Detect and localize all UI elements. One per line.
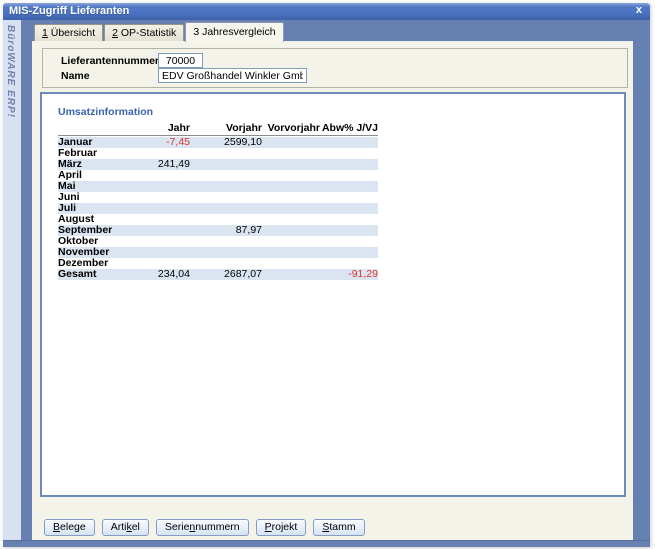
left-border-bar (21, 20, 32, 540)
tab-op-statistik[interactable]: 2 OP-Statistik (104, 24, 184, 41)
row-value: 234,04 (158, 269, 190, 280)
row-value: 2687,07 (224, 269, 262, 280)
table-row-gesamt[interactable]: Gesamt 234,04 2687,07 -91,29 (58, 269, 378, 280)
brand-vertical-text: BüroWARE ERP! (5, 25, 16, 118)
table-header-row: Jahr Vorjahr VorvorjahrAbw% J/VJ (58, 122, 378, 136)
table-row-maerz[interactable]: März241,49 (58, 159, 378, 170)
button-seriennummern[interactable]: Seriennummern (156, 519, 249, 536)
umsatz-panel: Umsatzinformation JahrVorjahrVorvorjahrA… (40, 92, 626, 497)
supplier-number-label: Lieferantennummer (61, 55, 158, 67)
main-area: 1 Übersicht2 OP-Statistik3 Jahresverglei… (32, 20, 633, 540)
column-header: Vorvorjahr (268, 122, 320, 135)
name-field[interactable] (158, 68, 307, 83)
supplier-number-field[interactable] (158, 53, 203, 68)
brand-strip: BüroWARE ERP! (3, 20, 21, 540)
table-row-februar[interactable]: Februar (58, 148, 378, 159)
row-value: 87,97 (236, 225, 262, 236)
window-titlebar: MIS-Zugriff Lieferanten x (3, 3, 650, 20)
table-row-april[interactable]: April (58, 170, 378, 181)
row-value: 241,49 (158, 159, 190, 170)
table-body: Januar-7,452599,10FebruarMärz241,49April… (58, 137, 378, 280)
row-value: -91,29 (348, 269, 378, 280)
table-row-dezember[interactable]: Dezember (58, 258, 378, 269)
column-header: Abw% J/VJ (322, 122, 378, 135)
close-icon[interactable]: x (636, 4, 642, 16)
tab-strip: 1 Übersicht2 OP-Statistik3 Jahresverglei… (32, 20, 633, 41)
column-header: Jahr (168, 122, 190, 135)
bottom-border-bar (3, 540, 650, 547)
mis-window: MIS-Zugriff Lieferanten x BüroWARE ERP! … (3, 3, 650, 547)
button-projekt[interactable]: Projekt (256, 519, 307, 536)
tab-uebersicht[interactable]: 1 Übersicht (34, 24, 103, 41)
button-belege[interactable]: Belege (44, 519, 95, 536)
name-label: Name (61, 70, 158, 82)
right-border-bar (633, 20, 650, 540)
button-stamm[interactable]: Stamm (313, 519, 364, 536)
supplier-number-row: Lieferantennummer (61, 53, 627, 68)
table-row-juli[interactable]: Juli (58, 203, 378, 214)
row-value: -7,45 (166, 137, 190, 148)
row-value: 2599,10 (224, 137, 262, 148)
column-header: Vorjahr (226, 122, 262, 135)
tab-jahresvergleich[interactable]: 3 Jahresvergleich (185, 22, 283, 42)
window-body: BüroWARE ERP! 1 Übersicht2 OP-Statistik3… (3, 20, 650, 540)
supplier-name-row: Name (61, 68, 627, 83)
table-row-juni[interactable]: Juni (58, 192, 378, 203)
table-row-mai[interactable]: Mai (58, 181, 378, 192)
table-row-september[interactable]: September87,97 (58, 225, 378, 236)
window-title: MIS-Zugriff Lieferanten (9, 5, 129, 17)
button-row: Belege Artikel Seriennummern Projekt Stamm (44, 517, 372, 536)
table-row-januar[interactable]: Januar-7,452599,10 (58, 137, 378, 148)
row-label: Gesamt (58, 269, 97, 280)
supplier-groupbox: Lieferantennummer Name (42, 48, 628, 88)
umsatz-section-title: Umsatzinformation (58, 106, 153, 118)
button-artikel[interactable]: Artikel (102, 519, 149, 536)
